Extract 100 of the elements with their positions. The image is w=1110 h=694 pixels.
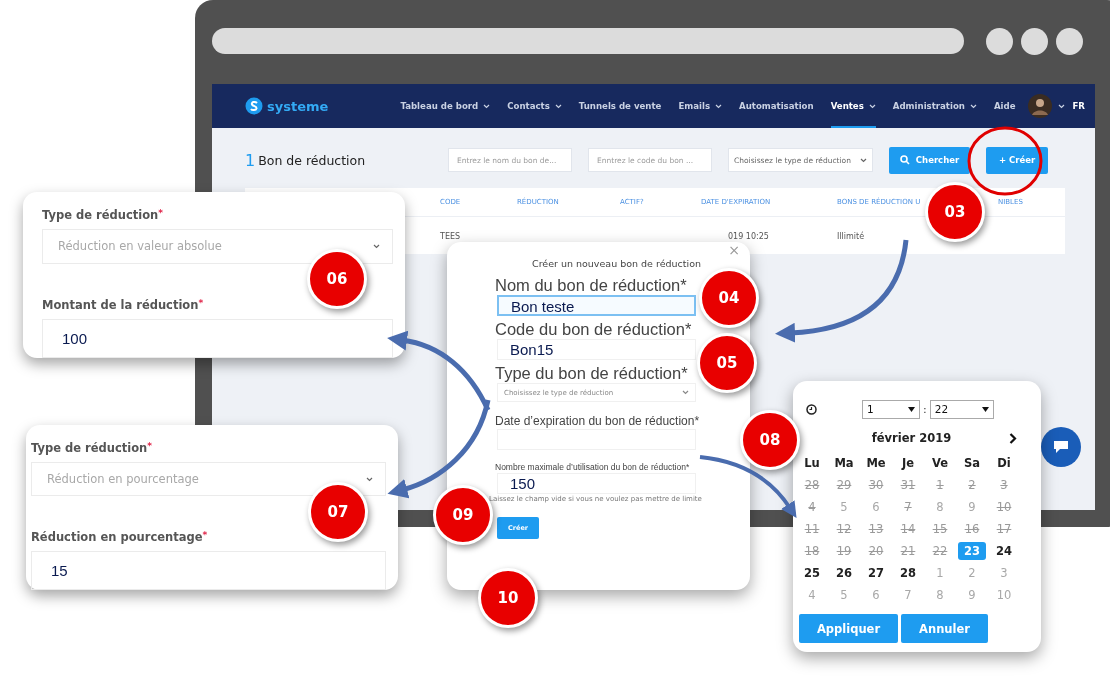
calendar-day[interactable]: 8 xyxy=(932,498,948,516)
calendar-day[interactable]: 4 xyxy=(804,586,820,604)
field-label: Réduction en pourcentage* xyxy=(31,530,209,547)
calendar-day[interactable]: 8 xyxy=(932,586,948,604)
input-field[interactable]: Bon15 xyxy=(497,339,696,360)
window-control[interactable] xyxy=(1021,27,1048,55)
calendar-day[interactable]: 31 xyxy=(896,476,920,494)
amount-field[interactable]: 100 xyxy=(42,318,393,358)
calendar-day[interactable]: 25 xyxy=(800,564,824,582)
calendar-day[interactable]: 1 xyxy=(932,476,948,494)
calendar-day[interactable]: 27 xyxy=(864,564,888,582)
table-cell-text: 019 10:25 xyxy=(727,231,770,241)
nav-item[interactable]: Ventes xyxy=(830,84,876,128)
calendar-day[interactable]: 30 xyxy=(864,476,888,494)
hour-dropdown[interactable]: 1 xyxy=(862,399,920,419)
calendar-day[interactable]: 3 xyxy=(996,564,1012,582)
window-control[interactable] xyxy=(1056,27,1083,55)
weekday-label: Ve xyxy=(931,456,949,470)
window-control[interactable] xyxy=(986,27,1013,55)
weekday-label: Lu xyxy=(804,456,820,470)
item-count: 1 xyxy=(245,150,256,170)
time-separator: : xyxy=(923,402,927,416)
calendar-day[interactable]: 14 xyxy=(896,520,920,538)
calendar-day[interactable]: 10 xyxy=(992,586,1016,604)
search-icon xyxy=(899,155,910,165)
chat-icon xyxy=(1053,440,1069,454)
nav-item[interactable]: Administration xyxy=(892,84,977,128)
input-field[interactable]: 150 xyxy=(497,473,696,494)
calendar-day[interactable]: 6 xyxy=(868,586,884,604)
calendar-day[interactable]: 5 xyxy=(836,586,852,604)
type-dropdown[interactable]: Réduction en pourcentage xyxy=(31,461,386,497)
calendar-day[interactable]: 23 xyxy=(958,542,986,560)
field-label: Type du bon de réduction* xyxy=(495,364,689,383)
calendar-day[interactable]: 6 xyxy=(868,498,884,516)
amount-field[interactable]: 15 xyxy=(31,551,386,590)
calendar-day[interactable]: 24 xyxy=(992,542,1016,560)
search-button[interactable]: Chercher xyxy=(889,146,970,174)
field-label: Nombre maximale d’utilisation du bon de réduction* xyxy=(495,462,691,473)
field-label: Type de réduction* xyxy=(31,441,153,457)
calendar-day[interactable]: 2 xyxy=(964,564,980,582)
calendar-day[interactable]: 12 xyxy=(832,520,856,538)
chevron-down-icon xyxy=(366,476,373,482)
calendar-day[interactable]: 2 xyxy=(964,476,980,494)
weekday-label: Di xyxy=(997,456,1011,470)
nav-item[interactable]: Automatisation xyxy=(739,84,814,128)
calendar-day[interactable]: 4 xyxy=(804,498,820,516)
calendar-day[interactable]: 19 xyxy=(832,542,856,560)
calendar-day[interactable]: 22 xyxy=(928,542,952,560)
calendar-day[interactable]: 10 xyxy=(992,498,1016,516)
calendar-day[interactable]: 28 xyxy=(896,564,920,582)
calendar-day[interactable]: 20 xyxy=(864,542,888,560)
weekday-label: Ma xyxy=(834,456,854,470)
weekday-label: Sa xyxy=(963,456,980,470)
avatar-icon[interactable] xyxy=(1027,94,1052,118)
calendar-day[interactable]: 29 xyxy=(832,476,856,494)
logo-text[interactable]: systeme xyxy=(267,98,329,114)
apply-button[interactable]: Appliquer xyxy=(799,614,898,643)
field-label: Code du bon de réduction* xyxy=(495,320,693,339)
chevron-down-icon xyxy=(1057,103,1065,109)
caret-icon xyxy=(981,406,989,412)
language-menu[interactable]: FR xyxy=(1072,101,1085,111)
calendar-day[interactable]: 16 xyxy=(960,520,984,538)
calendar-day[interactable]: 26 xyxy=(832,564,856,582)
create-button[interactable]: + Créer xyxy=(986,146,1048,174)
calendar-day[interactable]: 21 xyxy=(896,542,920,560)
type-dropdown[interactable]: Réduction en valeur absolue xyxy=(42,229,393,264)
calendar-day[interactable]: 17 xyxy=(992,520,1016,538)
calendar-day[interactable]: 18 xyxy=(800,542,824,560)
step-badge: 10 xyxy=(478,568,538,628)
calendar-day[interactable]: 11 xyxy=(800,520,824,538)
calendar-day[interactable]: 7 xyxy=(900,498,916,516)
nav-item[interactable]: Contacts xyxy=(507,84,562,128)
nav-item[interactable]: Aide xyxy=(993,84,1016,128)
weekday-label: Je xyxy=(901,456,915,470)
weekday-label: Me xyxy=(866,456,886,470)
nav-item[interactable]: Tableau de bord xyxy=(400,84,491,128)
nav-item[interactable]: Tunnels de vente xyxy=(578,84,662,128)
calendar-day[interactable]: 7 xyxy=(900,586,916,604)
calendar-day[interactable]: 15 xyxy=(928,520,952,538)
month-title: février 2019 xyxy=(871,431,952,445)
calendar-day[interactable]: 5 xyxy=(836,498,852,516)
logo-icon[interactable] xyxy=(245,97,263,115)
modal-title: Créer un nouveau bon de réduction xyxy=(531,258,702,269)
chevron-right-icon[interactable] xyxy=(1009,433,1017,444)
caret-icon xyxy=(908,406,915,412)
close-button[interactable]: × xyxy=(728,242,740,258)
calendar-day[interactable]: 28 xyxy=(800,476,824,494)
table-cell-text: TEES xyxy=(440,231,462,241)
chevron-down-icon xyxy=(373,243,380,249)
nav-item[interactable]: Emails xyxy=(678,84,723,128)
calendar-day[interactable]: 9 xyxy=(964,498,980,516)
calendar-day[interactable]: 9 xyxy=(964,586,980,604)
clock-icon xyxy=(806,403,817,415)
calendar-day[interactable]: 1 xyxy=(932,564,948,582)
input-field[interactable]: Bon teste xyxy=(497,295,696,316)
minute-dropdown[interactable]: 22 xyxy=(929,399,994,419)
field-label: Montant de la réduction* xyxy=(42,297,205,314)
cancel-button[interactable]: Annuler xyxy=(901,614,988,643)
calendar-day[interactable]: 13 xyxy=(864,520,888,538)
calendar-day[interactable]: 3 xyxy=(996,476,1012,494)
